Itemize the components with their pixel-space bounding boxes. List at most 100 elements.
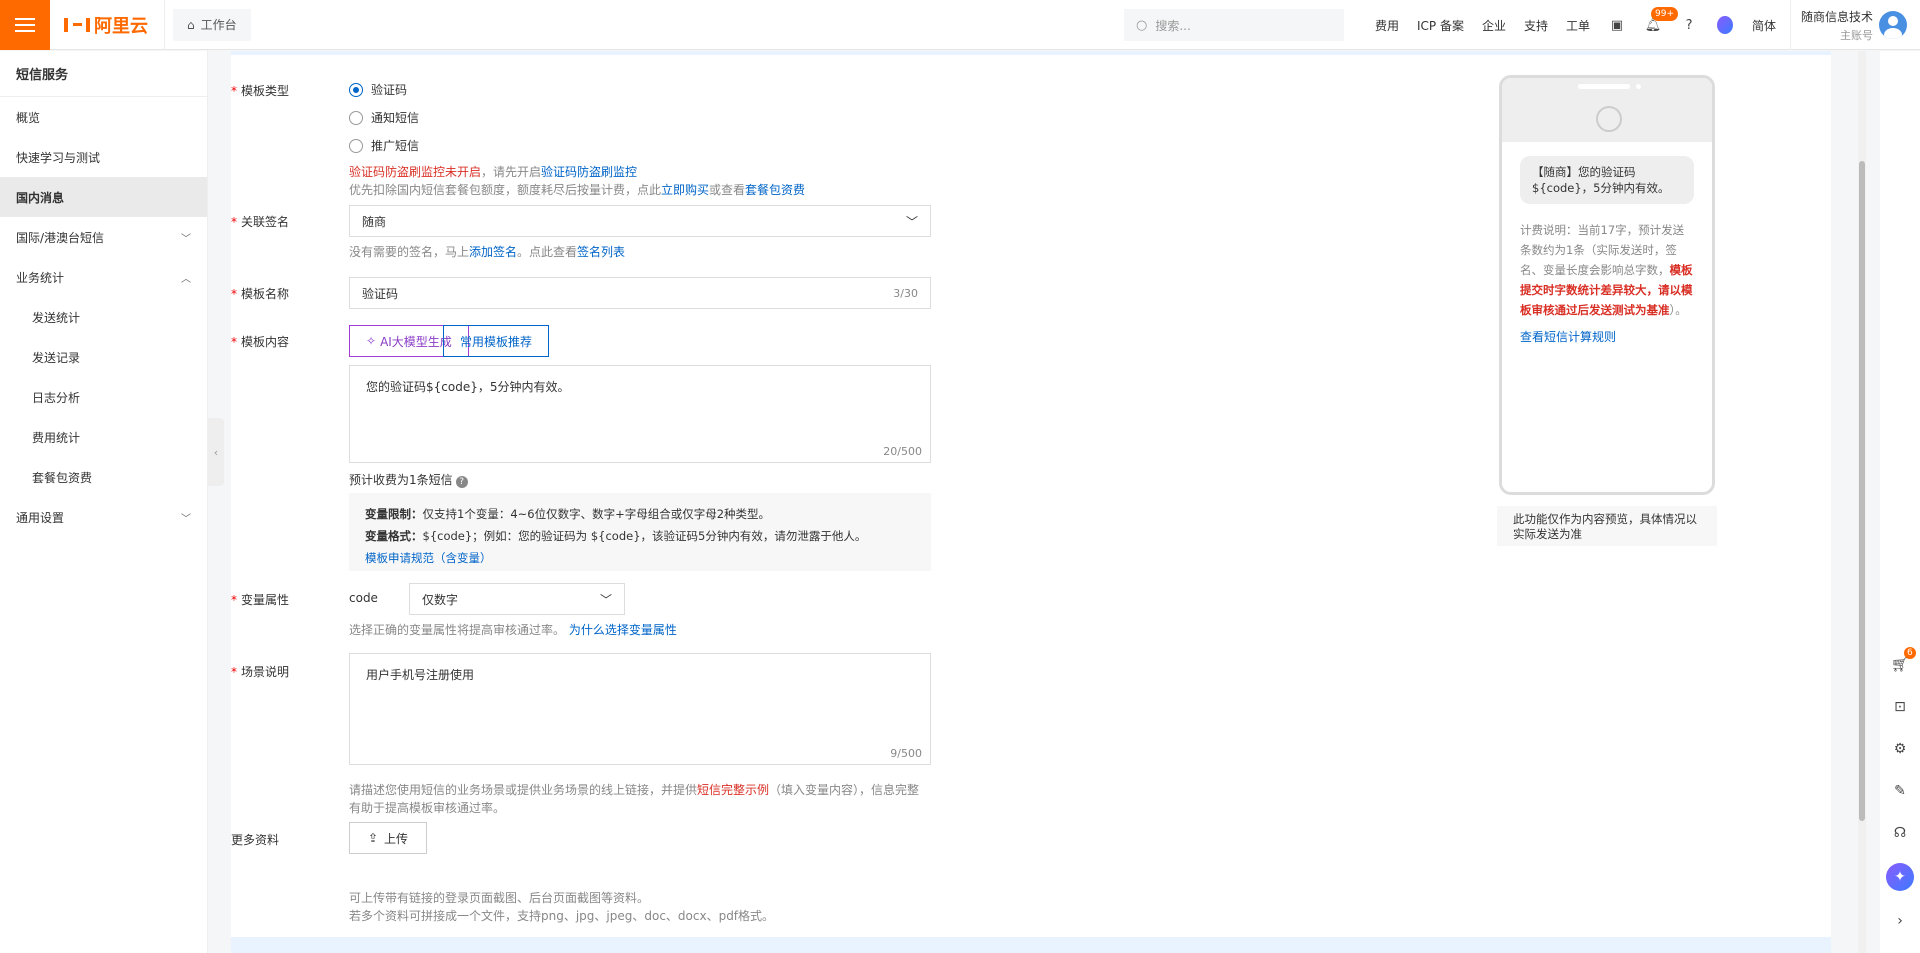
help-icon[interactable]: ? (1681, 17, 1697, 33)
chevron-down-icon: ﹀ (905, 214, 918, 229)
sms-rules-link[interactable]: 查看短信计算规则 (1520, 328, 1694, 345)
headset-icon[interactable]: ☊ (1890, 823, 1910, 843)
sidebar-collapse-handle[interactable]: ‹ (208, 418, 224, 486)
radio-verification[interactable]: 验证码 (349, 81, 407, 98)
notification-badge: 99+ (1651, 7, 1679, 21)
signature-hint: 没有需要的签名，马上添加签名。点此查看签名列表 (349, 245, 626, 259)
top-links: 费用 ICP 备案 企业 支持 工单 ▣ 🔔︎ 99+ ? 简体 (1366, 0, 1785, 50)
bell-icon[interactable]: 🔔︎ 99+ (1645, 7, 1679, 33)
radio-label: 验证码 (371, 83, 408, 97)
sidebar-item-send-records[interactable]: 发送记录 (0, 337, 207, 377)
sidebar-item-send-stats[interactable]: 发送统计 (0, 297, 207, 337)
sidebar-item-overview[interactable]: 概览 (0, 97, 207, 137)
radio-dot[interactable] (349, 138, 363, 153)
scenario-textarea[interactable]: 用户手机号注册使用 9/500 (349, 653, 931, 765)
add-signature-link[interactable]: 添加签名 (469, 245, 517, 259)
cart-badge: 6 (1904, 647, 1916, 659)
sidebar-item-label: 快速学习与测试 (16, 150, 101, 165)
ai-button-label: AI大模型生成 (380, 334, 452, 349)
apps-icon[interactable]: ⊡ (1890, 697, 1910, 717)
package-note: 优先扣除国内短信套餐包额度，额度耗尽后按量计费，点此立即购买或查看套餐包资费 (349, 183, 806, 197)
sidebar-item-settings[interactable]: 通用设置 ﹀ (0, 497, 207, 537)
scrollbar-thumb[interactable] (1859, 161, 1865, 821)
chevron-right-icon[interactable]: › (1890, 911, 1910, 931)
main-content: * 模板类型 验证码 通知短信 推广短信 验证码防盗刷监控未开启，请先开启验证码防… (231, 51, 1831, 953)
sidebar-item-domestic[interactable]: 国内消息 (0, 177, 207, 217)
link-ticket[interactable]: 工单 (1566, 17, 1590, 34)
signature-select[interactable]: 随商 ﹀ (349, 205, 931, 237)
account-menu[interactable]: 随商信息技术 主账号 (1790, 0, 1908, 50)
variable-type-select[interactable]: 仅数字 ﹀ (409, 583, 625, 615)
package-pricing-link[interactable]: 套餐包资费 (745, 183, 805, 197)
char-counter: 9/500 (890, 747, 922, 760)
ai-assistant-icon[interactable]: ✦ (1886, 863, 1914, 891)
avatar[interactable] (1879, 11, 1908, 39)
variable-info-box: 变量限制：仅支持1个变量：4~6位仅数字、数字+字母组合或仅字母2种类型。 变量… (349, 493, 931, 571)
radio-label: 通知短信 (371, 111, 420, 125)
template-name-value: 验证码 (362, 286, 399, 301)
aliyun-logo[interactable]: 阿里云 (64, 12, 148, 38)
template-name-input[interactable]: 验证码 3/30 (349, 277, 931, 309)
sidebar-item-label: 概览 (16, 110, 41, 125)
variable-type-value: 仅数字 (422, 592, 459, 607)
top-band (231, 51, 1831, 55)
ai-assistant-icon[interactable] (1717, 16, 1734, 34)
why-variable-link[interactable]: 为什么选择变量属性 (569, 623, 677, 637)
sidebar-item-international[interactable]: 国际/港澳台短信 ﹀ (0, 217, 207, 257)
language-switch[interactable]: 简体 (1752, 17, 1776, 34)
variable-limit: 变量限制：仅支持1个变量：4~6位仅数字、数字+字母组合或仅字母2种类型。 (365, 507, 771, 521)
upload-icon: ⇪ (367, 831, 379, 845)
search-input[interactable]: ○ 搜索... (1124, 9, 1344, 41)
sidebar: 短信服务 概览 快速学习与测试 国内消息 国际/港澳台短信 ﹀ 业务统计 ︿ 发送统… (0, 51, 208, 953)
chevron-down-icon: ﹀ (599, 592, 612, 607)
divider (164, 0, 165, 50)
link-support[interactable]: 支持 (1524, 17, 1548, 34)
template-content-textarea[interactable]: 您的验证码${code}，5分钟内有效。 20/500 (349, 365, 931, 463)
variable-format: 变量格式：${code}；例如：您的验证码为 ${code}，该验证码5分钟内有… (365, 529, 867, 543)
sms-bubble: 【随商】您的验证码${code}，5分钟内有效。 (1520, 156, 1694, 204)
terminal-icon[interactable]: ▣ (1609, 17, 1625, 33)
template-content-value: 您的验证码${code}，5分钟内有效。 (366, 380, 570, 394)
link-icp[interactable]: ICP 备案 (1417, 17, 1464, 34)
radio-dot[interactable] (349, 82, 363, 97)
sidebar-item-label: 日志分析 (32, 390, 81, 405)
signature-value: 随商 (362, 214, 387, 229)
edit-icon[interactable]: ✎ (1890, 781, 1910, 801)
help-icon[interactable]: ? (455, 476, 468, 488)
common-template-button[interactable]: 常用模板推荐 (443, 325, 550, 357)
sidebar-title: 短信服务 (0, 51, 207, 97)
chevron-down-icon: ﹀ (181, 233, 191, 245)
gear-icon[interactable]: ⚙ (1890, 739, 1910, 759)
sidebar-item-label: 套餐包资费 (32, 470, 93, 485)
sidebar-item-statistics[interactable]: 业务统计 ︿ (0, 257, 207, 297)
cart-icon[interactable]: 🛒︎ 6 (1890, 647, 1916, 675)
phone-header (1502, 78, 1712, 142)
sidebar-item-quickstart[interactable]: 快速学习与测试 (0, 137, 207, 177)
chevron-up-icon: ︿ (181, 273, 191, 285)
upload-button[interactable]: ⇪ 上传 (349, 822, 427, 854)
radio-promotion[interactable]: 推广短信 (349, 137, 419, 154)
scenario-label: * 场景说明 (231, 665, 290, 679)
link-fees[interactable]: 费用 (1375, 17, 1399, 34)
sidebar-item-fee-stats[interactable]: 费用统计 (0, 417, 207, 457)
template-type-label: * 模板类型 (231, 84, 290, 98)
sidebar-item-label: 费用统计 (32, 430, 81, 445)
link-enterprise[interactable]: 企业 (1482, 17, 1506, 34)
signature-list-link[interactable]: 签名列表 (577, 245, 625, 259)
menu-icon[interactable] (0, 0, 50, 50)
radio-label: 推广短信 (371, 139, 420, 153)
sidebar-item-label: 通用设置 (16, 510, 65, 525)
buy-now-link[interactable]: 立即购买 (661, 183, 709, 197)
sidebar-item-package-pricing[interactable]: 套餐包资费 (0, 457, 207, 497)
billing-note: 计费说明：当前17字，预计发送条数约为1条（实际发送时，签名、变量长度会影响总字… (1520, 223, 1693, 317)
page-scrollbar[interactable] (1858, 51, 1866, 953)
workbench-button[interactable]: ⌂ 工作台 (173, 8, 251, 41)
radio-dot[interactable] (349, 110, 363, 125)
home-icon: ⌂ (187, 17, 195, 32)
anti-fraud-link[interactable]: 验证码防盗刷监控 (541, 165, 637, 179)
sidebar-item-log-analysis[interactable]: 日志分析 (0, 377, 207, 417)
scenario-hint-2: 有助于提高模板审核通过率。 (349, 801, 506, 815)
anti-fraud-warning: 验证码防盗刷监控未开启，请先开启验证码防盗刷监控 (349, 165, 638, 179)
template-spec-link[interactable]: 模板申请规范（含变量） (365, 547, 915, 569)
radio-notification[interactable]: 通知短信 (349, 109, 419, 126)
